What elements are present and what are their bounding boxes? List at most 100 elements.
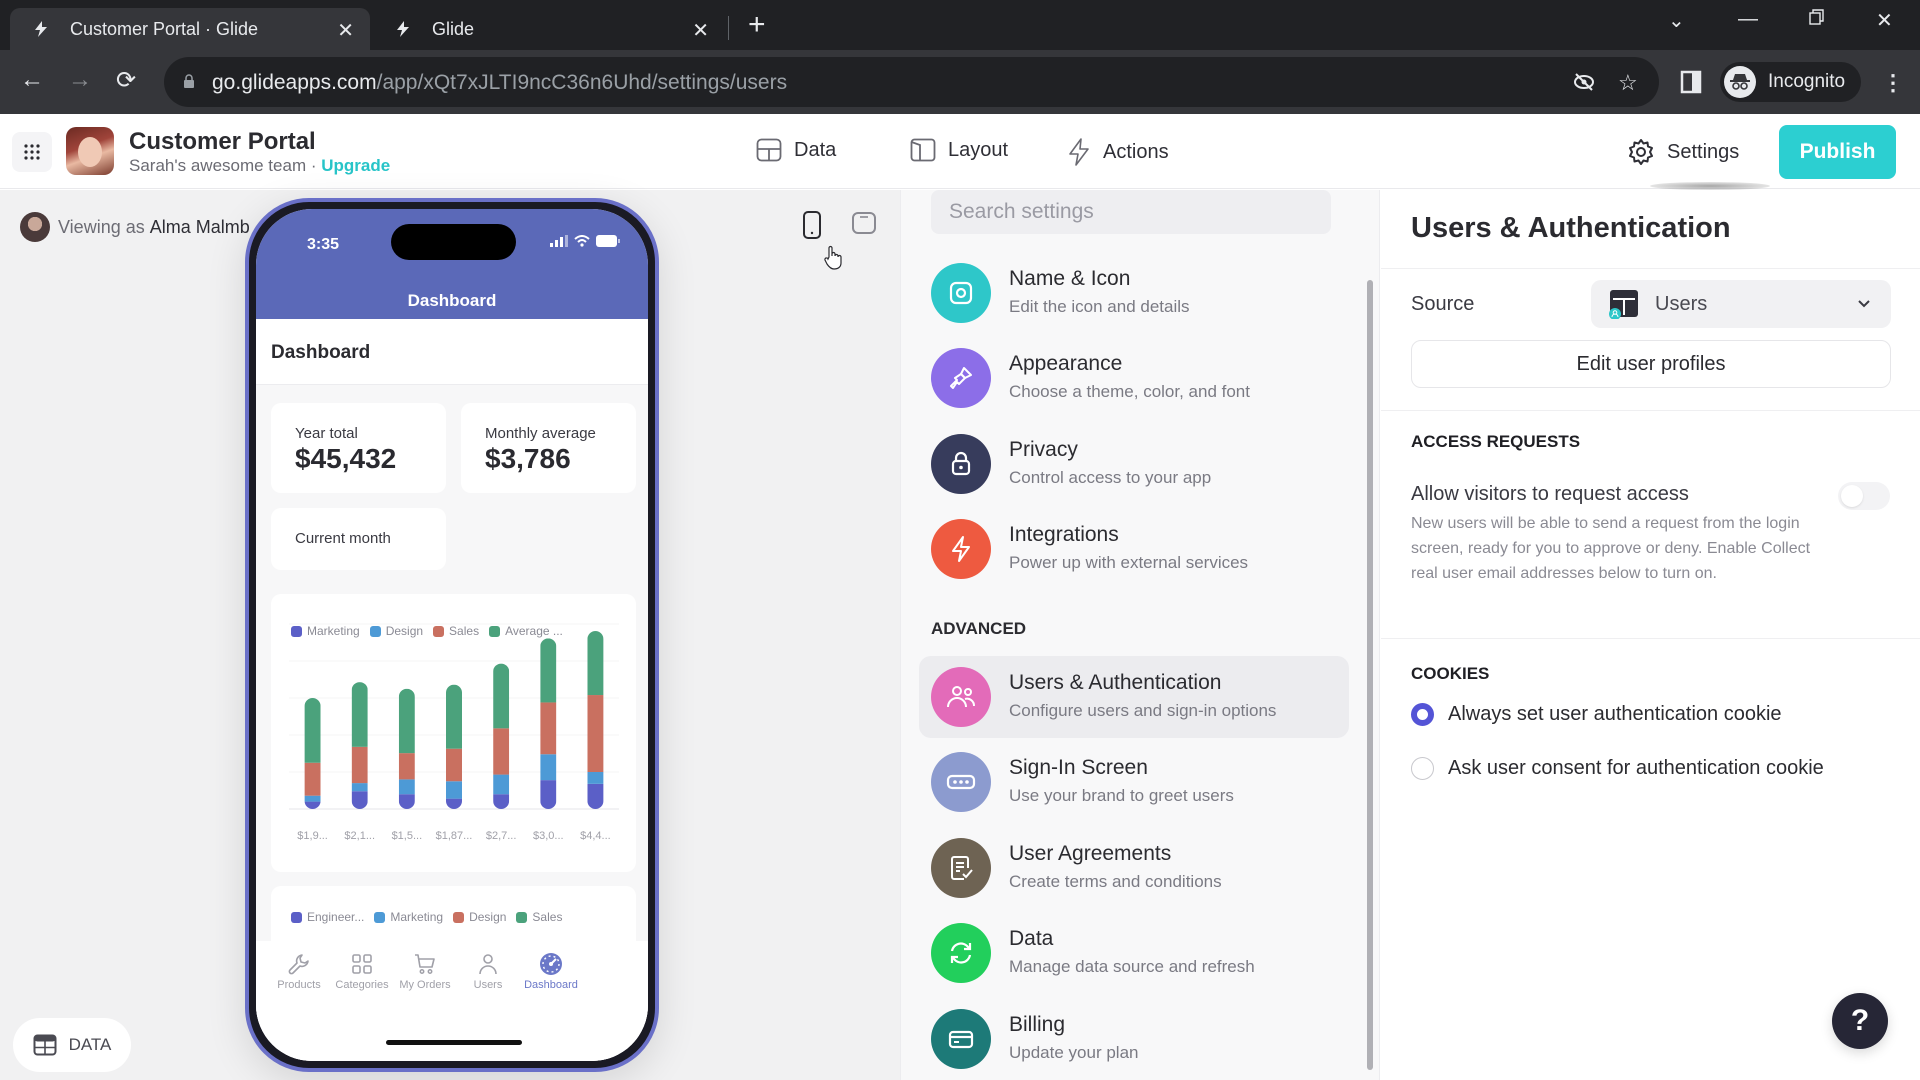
lightning-icon <box>952 536 970 562</box>
settings-item-data[interactable]: Data Manage data source and refresh <box>919 912 1349 994</box>
bar-stack[interactable] <box>446 684 462 809</box>
settings-scrollbar[interactable] <box>1367 280 1373 1070</box>
cookie-option-ask-consent[interactable]: Ask user consent for authentication cook… <box>1411 757 1824 780</box>
side-panel-icon[interactable] <box>1680 70 1702 99</box>
bar-segment-sales[interactable] <box>446 748 462 782</box>
stat-card-current-month[interactable]: Current month <box>271 508 446 570</box>
settings-item-sign-in-screen[interactable]: Sign-In Screen Use your brand to greet u… <box>919 741 1349 823</box>
app-tab-users[interactable]: Users <box>453 951 523 991</box>
incognito-profile-button[interactable]: Incognito <box>1720 62 1862 102</box>
app-icon-avatar[interactable] <box>66 127 114 175</box>
browser-tab-customer-portal[interactable]: Customer Portal · Glide ✕ <box>10 8 370 50</box>
restore-button[interactable] <box>1808 8 1826 32</box>
bar-segment-average[interactable] <box>351 682 368 747</box>
bar-segment-design[interactable] <box>398 779 415 795</box>
bar-segment-average[interactable] <box>540 638 557 703</box>
settings-tab[interactable]: Settings <box>1627 138 1739 166</box>
settings-item-billing[interactable]: Billing Update your plan <box>919 998 1349 1080</box>
stat-card-monthly-average[interactable]: Monthly average $3,786 <box>461 403 636 493</box>
x-tick-label: $2,7... <box>486 830 517 842</box>
bar-stack[interactable] <box>304 698 321 809</box>
app-tab-my-orders[interactable]: My Orders <box>390 951 460 991</box>
cookie-option-always[interactable]: Always set user authentication cookie <box>1411 703 1782 726</box>
minimize-button[interactable]: — <box>1738 8 1758 31</box>
bar-stack[interactable] <box>587 631 604 809</box>
divider <box>1381 268 1920 269</box>
bar-segment-design[interactable] <box>304 795 321 802</box>
bar-stack[interactable] <box>493 663 510 809</box>
url-host: go.glideapps.com <box>212 71 377 94</box>
stat-card-year-total[interactable]: Year total $45,432 <box>271 403 446 493</box>
settings-item-privacy[interactable]: Privacy Control access to your app <box>919 423 1349 505</box>
edit-user-profiles-button[interactable]: Edit user profiles <box>1411 340 1891 388</box>
tablet-view-button[interactable] <box>851 210 877 241</box>
browser-tab-glide[interactable]: Glide ✕ <box>375 8 725 50</box>
bar-stack[interactable] <box>398 688 415 809</box>
bar-segment-marketing[interactable] <box>351 791 368 809</box>
app-tab-dashboard[interactable]: Dashboard <box>516 951 586 991</box>
bar-segment-sales[interactable] <box>351 746 368 784</box>
bookmark-star-icon[interactable]: ☆ <box>1618 70 1638 96</box>
close-tab-icon[interactable]: ✕ <box>692 18 709 43</box>
help-button[interactable]: ? <box>1832 993 1888 1049</box>
viewing-as-selector[interactable]: Viewing as Alma Malmb <box>20 212 250 242</box>
bar-segment-sales[interactable] <box>304 762 321 796</box>
nav-tab-data[interactable]: Data <box>756 138 836 162</box>
radio-unselected[interactable] <box>1411 757 1434 780</box>
bar-segment-marketing[interactable] <box>446 798 462 809</box>
bar-segment-average[interactable] <box>446 684 462 749</box>
settings-item-appearance[interactable]: Appearance Choose a theme, color, and fo… <box>919 337 1349 419</box>
reload-button[interactable]: ⟳ <box>116 66 136 95</box>
bar-segment-design[interactable] <box>446 781 462 799</box>
upgrade-link[interactable]: Upgrade <box>321 156 390 175</box>
stacked-bar-chart: $1,9... $2,1... $1,5... $1,87... $2,7... $3,0… <box>289 623 619 842</box>
eye-off-icon[interactable] <box>1572 70 1596 99</box>
app-tab-categories[interactable]: Categories <box>327 951 397 991</box>
bar-segment-average[interactable] <box>398 688 415 754</box>
phone-view-button[interactable] <box>801 210 823 245</box>
bar-stack[interactable] <box>351 682 368 809</box>
phone-preview[interactable]: 3:35 Dashboard Dashboard Year total $45,… <box>245 198 659 1072</box>
bar-segment-marketing[interactable] <box>587 783 604 809</box>
browser-menu-icon[interactable]: ⋮ <box>1882 70 1904 96</box>
settings-item-integrations[interactable]: Integrations Power up with external serv… <box>919 508 1349 590</box>
data-editor-button[interactable]: DATA <box>13 1018 131 1072</box>
nav-tab-layout[interactable]: Layout <box>910 138 1008 162</box>
bar-segment-sales[interactable] <box>587 695 604 772</box>
bar-segment-marketing[interactable] <box>398 794 415 809</box>
publish-button[interactable]: Publish <box>1779 125 1896 179</box>
close-window-button[interactable]: ✕ <box>1876 8 1893 33</box>
bar-stack[interactable] <box>540 638 557 809</box>
bar-segment-design[interactable] <box>540 754 557 781</box>
bar-segment-marketing[interactable] <box>493 794 510 809</box>
bar-segment-marketing[interactable] <box>304 801 321 809</box>
radio-selected[interactable] <box>1411 703 1434 726</box>
url-text[interactable]: go.glideapps.com/app/xQt7xJLTI9ncC36n6Uh… <box>212 71 787 95</box>
bar-segment-sales[interactable] <box>540 702 557 755</box>
nav-tab-label: Data <box>794 138 837 161</box>
source-select[interactable]: Users <box>1591 280 1891 328</box>
back-button[interactable]: ← <box>20 66 44 94</box>
nav-tab-actions[interactable]: Actions <box>1067 138 1169 166</box>
bar-segment-average[interactable] <box>493 663 510 729</box>
close-tab-icon[interactable]: ✕ <box>337 18 354 43</box>
settings-item-users-authentication[interactable]: Users & Authentication Configure users a… <box>919 656 1349 738</box>
settings-item-name-icon[interactable]: Name & Icon Edit the icon and details <box>919 252 1349 334</box>
settings-item-user-agreements[interactable]: User Agreements Create terms and conditi… <box>919 827 1349 909</box>
bar-segment-marketing[interactable] <box>540 780 557 809</box>
allow-visitors-toggle[interactable] <box>1838 482 1890 510</box>
bar-segment-sales[interactable] <box>398 753 415 780</box>
new-tab-button[interactable]: + <box>748 8 766 42</box>
tab-search-chevron-icon[interactable]: ⌄ <box>1668 8 1685 33</box>
bar-segment-average[interactable] <box>304 698 321 763</box>
search-settings-input[interactable] <box>931 190 1331 234</box>
forward-button[interactable]: → <box>68 66 92 94</box>
bar-segment-design[interactable] <box>587 772 604 784</box>
bar-segment-design[interactable] <box>493 774 510 795</box>
bar-segment-sales[interactable] <box>493 728 510 775</box>
phone-nav-title: Dashboard <box>407 291 497 310</box>
bar-segment-design[interactable] <box>351 783 368 792</box>
bar-segment-average[interactable] <box>587 631 604 696</box>
app-tab-products[interactable]: Products <box>264 951 334 991</box>
apps-grid-button[interactable] <box>12 132 52 172</box>
